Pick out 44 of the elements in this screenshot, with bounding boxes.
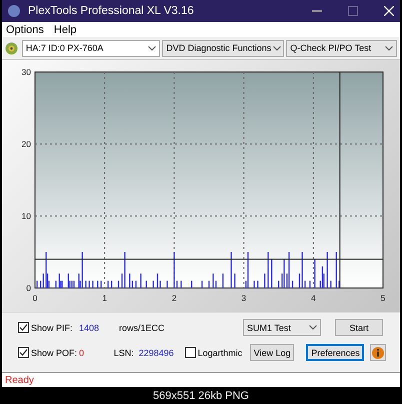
show-pof-checkbox[interactable]	[18, 347, 29, 358]
preferences-button[interactable]: Preferences	[306, 344, 364, 361]
window-title: PlexTools Professional XL V3.16	[28, 5, 195, 17]
x-tick-label: 5	[380, 293, 386, 303]
x-tick-label: 0	[32, 293, 38, 303]
logarithmic-checkbox[interactable]	[185, 347, 196, 358]
drive-dropdown[interactable]: HA:7 ID:0 PX-760A	[22, 40, 160, 56]
y-tick-label: 0	[26, 283, 31, 293]
x-tick-label: 3	[241, 293, 246, 303]
close-icon[interactable]	[384, 6, 394, 16]
image-caption: 569x551 26kb PNG	[152, 390, 249, 402]
view-log-button[interactable]: View Log	[250, 344, 294, 361]
logarithmic-label: Logarthmic	[198, 348, 244, 358]
minimize-icon[interactable]	[312, 10, 322, 12]
x-tick-label: 4	[311, 293, 316, 303]
status-text: Ready	[5, 374, 34, 386]
x-tick-label: 2	[172, 293, 177, 303]
unit-label: rows/1ECC	[119, 322, 166, 332]
caret-icon	[273, 46, 282, 50]
y-tick-label: 20	[22, 139, 31, 149]
lsn-label: LSN:	[114, 348, 134, 358]
y-tick-label: 10	[22, 211, 31, 221]
app-logo-icon	[8, 5, 20, 17]
info-button[interactable]	[370, 344, 386, 361]
pof-value: 0	[79, 348, 86, 358]
caret-icon	[309, 325, 317, 330]
show-pif-label: Show PIF:	[31, 322, 74, 332]
pif-value: 1408	[79, 322, 100, 332]
test-dropdown[interactable]: Q-Check PI/PO Test	[286, 40, 397, 56]
menu-item[interactable]: Help	[54, 24, 77, 36]
show-pof-label: Show POF:	[31, 348, 75, 358]
lsn-value: 2298496	[138, 348, 175, 358]
show-pif-checkbox[interactable]	[18, 322, 29, 333]
menu-item[interactable]: Options	[6, 24, 44, 36]
x-tick-label: 1	[102, 293, 107, 303]
caret-icon	[385, 46, 393, 50]
function-dropdown[interactable]: DVD Diagnostic Functions	[162, 40, 284, 56]
disc-icon	[5, 42, 18, 54]
caret-icon	[148, 46, 156, 50]
start-button[interactable]: Start	[335, 319, 383, 336]
sum-test-dropdown[interactable]: SUM1 Test	[243, 319, 321, 336]
maximize-icon[interactable]	[348, 6, 358, 16]
info-icon	[372, 346, 384, 358]
y-tick-label: 30	[22, 67, 31, 77]
